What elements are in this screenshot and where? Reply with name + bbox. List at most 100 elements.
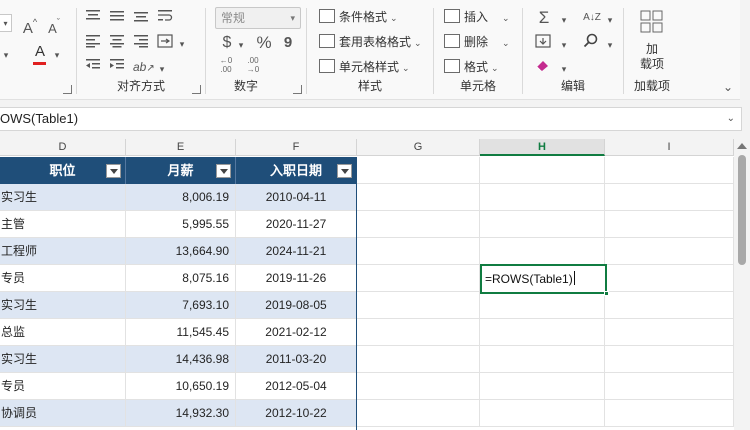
vertical-scrollbar[interactable] bbox=[734, 139, 750, 430]
grid-cell[interactable] bbox=[480, 319, 605, 346]
cell-hire-date[interactable]: 2020-11-27 bbox=[236, 211, 357, 238]
autosum-dropdown-icon[interactable]: ▾ bbox=[559, 11, 569, 29]
number-group-launcher-icon[interactable] bbox=[293, 85, 302, 94]
orientation-dropdown-icon[interactable]: ▾ bbox=[157, 60, 167, 78]
align-center-icon[interactable] bbox=[109, 34, 125, 48]
autosum-icon[interactable]: Σ bbox=[535, 9, 553, 27]
grid-cell[interactable] bbox=[357, 238, 480, 265]
cell-salary[interactable]: 14,932.30 bbox=[126, 400, 236, 427]
decrease-decimal-icon[interactable]: .00 →0 bbox=[242, 56, 264, 74]
cell-hire-date[interactable]: 2012-10-22 bbox=[236, 400, 357, 427]
grid-cell[interactable] bbox=[357, 373, 480, 400]
addins-icon[interactable] bbox=[640, 10, 666, 34]
active-cell-content[interactable]: =ROWS(Table1) bbox=[485, 266, 575, 292]
wrap-text-icon[interactable] bbox=[157, 9, 173, 23]
orientation-icon[interactable]: ab↗ bbox=[133, 58, 155, 78]
cell-position[interactable]: 实习生 bbox=[0, 292, 126, 319]
formula-bar-content[interactable]: OWS(Table1) bbox=[0, 108, 78, 130]
column-header-i[interactable]: I bbox=[605, 139, 734, 156]
align-top-icon[interactable] bbox=[85, 9, 101, 23]
cell-hire-date[interactable]: 2019-11-26 bbox=[236, 265, 357, 292]
cell-position[interactable]: 工程师 bbox=[0, 238, 126, 265]
cell-salary[interactable]: 5,995.55 bbox=[126, 211, 236, 238]
active-cell-h5[interactable]: =ROWS(Table1) bbox=[480, 264, 609, 296]
ribbon-collapse-icon[interactable]: ⌄ bbox=[720, 78, 736, 96]
grid-cell[interactable] bbox=[480, 346, 605, 373]
cell-position[interactable]: 总监 bbox=[0, 319, 126, 346]
grid-cell[interactable] bbox=[605, 319, 734, 346]
grid-cell[interactable] bbox=[480, 373, 605, 400]
cell-styles-button[interactable]: 单元格样式 ⌄ bbox=[319, 57, 410, 77]
chevron-down-icon[interactable]: ⌄ bbox=[727, 108, 735, 130]
column-header-f[interactable]: F bbox=[236, 139, 357, 156]
cell-salary[interactable]: 11,545.45 bbox=[126, 319, 236, 346]
grid-cell[interactable] bbox=[357, 400, 480, 427]
currency-format-icon[interactable]: $ bbox=[219, 34, 235, 52]
grid-cell[interactable] bbox=[357, 265, 480, 292]
grid-cell[interactable] bbox=[605, 400, 734, 427]
cell-position[interactable]: 专员 bbox=[0, 265, 126, 292]
cell-hire-date[interactable]: 2011-03-20 bbox=[236, 346, 357, 373]
grid-cell[interactable] bbox=[480, 292, 605, 319]
grid-cell[interactable] bbox=[605, 373, 734, 400]
font-color-icon[interactable]: A bbox=[30, 43, 50, 65]
grid-cell[interactable] bbox=[605, 211, 734, 238]
cell-position[interactable]: 实习生 bbox=[0, 184, 126, 211]
column-header-e[interactable]: E bbox=[126, 139, 236, 156]
comma-style-icon[interactable]: 9 bbox=[280, 34, 296, 52]
grid-cell[interactable] bbox=[357, 319, 480, 346]
grid-cell[interactable] bbox=[605, 184, 734, 211]
grid-cell[interactable] bbox=[605, 157, 734, 184]
cell-hire-date[interactable]: 2021-02-12 bbox=[236, 319, 357, 346]
table-header-hire-date[interactable]: 入职日期 bbox=[236, 157, 357, 184]
grid-cell[interactable] bbox=[357, 346, 480, 373]
grid-cell[interactable] bbox=[357, 184, 480, 211]
cell-salary[interactable]: 8,075.16 bbox=[126, 265, 236, 292]
increase-decimal-icon[interactable]: ←0.00 bbox=[215, 56, 237, 74]
cell-salary[interactable]: 13,664.90 bbox=[126, 238, 236, 265]
addins-button-label-line2[interactable]: 载项 bbox=[624, 55, 680, 72]
fill-icon[interactable] bbox=[535, 34, 553, 48]
find-select-icon[interactable] bbox=[583, 33, 601, 49]
conditional-format-button[interactable]: 条件格式 ⌄ bbox=[319, 7, 398, 27]
table-header-salary[interactable]: 月薪 bbox=[126, 157, 236, 184]
cell-position[interactable]: 专员 bbox=[0, 373, 126, 400]
grid-cell[interactable] bbox=[480, 400, 605, 427]
cell-salary[interactable]: 10,650.19 bbox=[126, 373, 236, 400]
clear-dropdown-icon[interactable]: ▾ bbox=[559, 60, 569, 78]
grid-cell[interactable] bbox=[605, 265, 734, 292]
grid-cell[interactable] bbox=[605, 238, 734, 265]
percent-format-icon[interactable]: % bbox=[254, 34, 274, 52]
scrollbar-thumb[interactable] bbox=[738, 155, 746, 265]
increase-font-size-icon[interactable]: A^ bbox=[20, 13, 40, 38]
grid-cell[interactable] bbox=[357, 157, 480, 184]
column-header-g[interactable]: G bbox=[357, 139, 480, 156]
cell-hire-date[interactable]: 2019-08-05 bbox=[236, 292, 357, 319]
format-button[interactable]: 格式 ⌄ bbox=[444, 57, 499, 77]
column-header-h[interactable]: H bbox=[480, 139, 605, 156]
font-group-launcher-icon[interactable] bbox=[63, 85, 72, 94]
column-header-d[interactable]: D bbox=[0, 139, 126, 156]
fill-handle[interactable] bbox=[604, 291, 609, 296]
formula-bar[interactable]: OWS(Table1) ⌄ bbox=[0, 107, 742, 131]
align-middle-icon[interactable] bbox=[109, 9, 125, 23]
delete-button[interactable]: 删除 ⌄ bbox=[444, 32, 510, 52]
filter-dropdown-icon[interactable] bbox=[216, 164, 231, 178]
cell-hire-date[interactable]: 2010-04-11 bbox=[236, 184, 357, 211]
merge-center-icon[interactable] bbox=[157, 34, 173, 48]
cell-salary[interactable]: 8,006.19 bbox=[126, 184, 236, 211]
cell-position[interactable]: 实习生 bbox=[0, 346, 126, 373]
grid-cell[interactable] bbox=[480, 157, 605, 184]
font-size-dropdown-icon[interactable]: ▾ bbox=[0, 14, 12, 32]
number-format-select[interactable]: 常规 ▾ bbox=[215, 7, 301, 29]
cell-hire-date[interactable]: 2024-11-21 bbox=[236, 238, 357, 265]
align-right-icon[interactable] bbox=[133, 34, 149, 48]
worksheet-grid[interactable]: D E F G H I 职位 月薪 入职日期 实习生 8,006.19 2010-0… bbox=[0, 139, 734, 430]
clear-icon[interactable] bbox=[535, 58, 553, 72]
fill-color-dropdown-icon[interactable]: ▾ bbox=[0, 46, 12, 64]
table-header-position[interactable]: 职位 bbox=[0, 157, 126, 184]
grid-cell[interactable] bbox=[480, 184, 605, 211]
decrease-indent-icon[interactable] bbox=[85, 58, 101, 72]
grid-cell[interactable] bbox=[605, 346, 734, 373]
filter-dropdown-icon[interactable] bbox=[106, 164, 121, 178]
